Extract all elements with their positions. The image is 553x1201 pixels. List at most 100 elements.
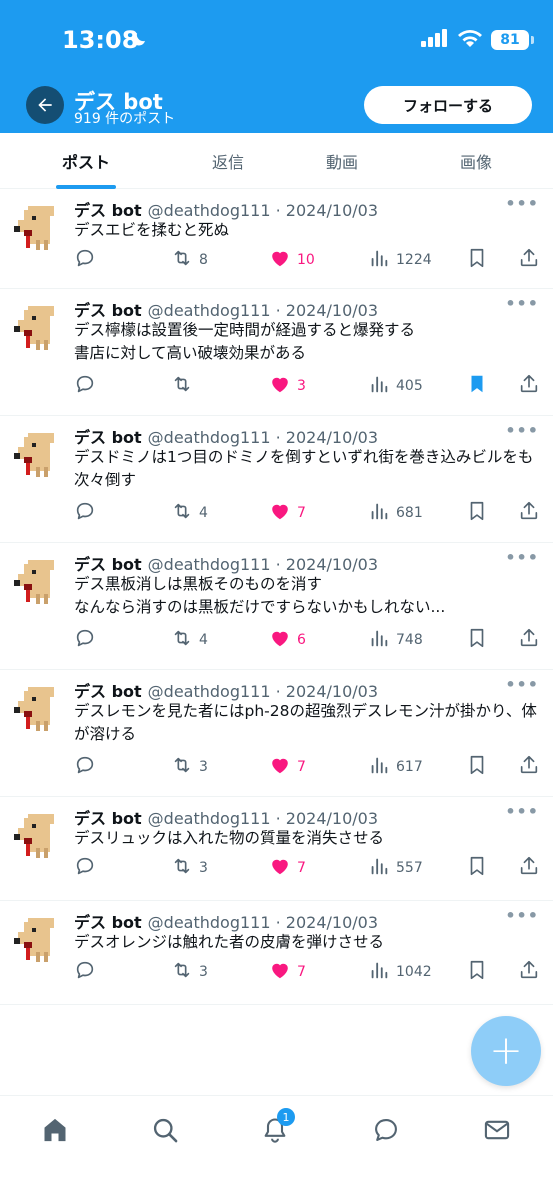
- repost-icon: [171, 373, 193, 399]
- repost-button[interactable]: 3: [171, 755, 208, 779]
- share-button[interactable]: [518, 248, 540, 272]
- post[interactable]: デス bot @deathdog111 · 2024/10/03 ••• デス檸檬は設…: [0, 288, 553, 416]
- reply-button[interactable]: [74, 755, 96, 779]
- back-button[interactable]: [26, 86, 64, 124]
- share-button[interactable]: [518, 755, 540, 779]
- like-button[interactable]: 7: [269, 501, 306, 525]
- post-header: デス bot @deathdog111 · 2024/10/03: [74, 197, 378, 221]
- reply-icon: [74, 855, 96, 881]
- avatar[interactable]: [10, 681, 64, 735]
- more-options-icon[interactable]: •••: [505, 294, 539, 313]
- post[interactable]: デス bot @deathdog111 · 2024/10/03 ••• デスオレンジ…: [0, 900, 553, 1005]
- like-button[interactable]: 10: [269, 248, 315, 272]
- post[interactable]: デス bot @deathdog111 · 2024/10/03 ••• デスドミノは…: [0, 415, 553, 543]
- notifications-nav-button[interactable]: 1: [255, 1108, 295, 1150]
- share-button[interactable]: [518, 960, 540, 984]
- messages-nav-button[interactable]: [477, 1110, 517, 1150]
- bookmark-button[interactable]: [466, 628, 488, 652]
- like-button[interactable]: 7: [269, 856, 306, 880]
- view-count: 748: [396, 632, 423, 648]
- like-button[interactable]: 7: [269, 755, 306, 779]
- author-name[interactable]: デス bot: [74, 301, 142, 320]
- author-name[interactable]: デス bot: [74, 555, 142, 574]
- notification-badge: 1: [277, 1108, 295, 1126]
- like-count: 7: [297, 860, 306, 876]
- heart-icon: [269, 959, 291, 985]
- more-options-icon[interactable]: •••: [505, 675, 539, 694]
- share-button[interactable]: [518, 628, 540, 652]
- bookmark-icon: [466, 247, 488, 273]
- views-button[interactable]: 748: [368, 628, 423, 652]
- bookmark-button[interactable]: [466, 856, 488, 880]
- compose-button[interactable]: +: [471, 1016, 541, 1086]
- author-name[interactable]: デス bot: [74, 913, 142, 932]
- author-name[interactable]: デス bot: [74, 428, 142, 447]
- repost-button[interactable]: 8: [171, 248, 208, 272]
- tab-images[interactable]: 画像: [418, 133, 534, 188]
- more-options-icon[interactable]: •••: [505, 194, 539, 213]
- reply-button[interactable]: [74, 248, 96, 272]
- search-nav-button[interactable]: [145, 1110, 185, 1150]
- like-button[interactable]: 3: [269, 374, 306, 398]
- repost-button[interactable]: [171, 374, 199, 398]
- bookmark-button[interactable]: [466, 755, 488, 779]
- bookmark-icon: [466, 500, 488, 526]
- avatar[interactable]: [10, 427, 64, 481]
- author-name[interactable]: デス bot: [74, 201, 142, 220]
- reply-button[interactable]: [74, 628, 96, 652]
- like-button[interactable]: 6: [269, 628, 306, 652]
- share-button[interactable]: [518, 856, 540, 880]
- views-button[interactable]: 617: [368, 755, 423, 779]
- bookmark-button[interactable]: [466, 960, 488, 984]
- reply-button[interactable]: [74, 856, 96, 880]
- more-options-icon[interactable]: •••: [505, 906, 539, 925]
- post-header: デス bot @deathdog111 · 2024/10/03: [74, 909, 378, 933]
- post[interactable]: デス bot @deathdog111 · 2024/10/03 ••• デスレモンを…: [0, 669, 553, 797]
- repost-button[interactable]: 3: [171, 960, 208, 984]
- avatar[interactable]: [10, 300, 64, 354]
- views-button[interactable]: 405: [368, 374, 423, 398]
- like-button[interactable]: 7: [269, 960, 306, 984]
- share-button[interactable]: [518, 374, 540, 398]
- avatar[interactable]: [10, 808, 64, 862]
- more-options-icon[interactable]: •••: [505, 802, 539, 821]
- home-nav-button[interactable]: [35, 1110, 75, 1150]
- avatar[interactable]: [10, 554, 64, 608]
- bookmark-button[interactable]: [466, 248, 488, 272]
- author-handle-date: @deathdog111 · 2024/10/03: [147, 809, 379, 828]
- repost-button[interactable]: 3: [171, 856, 208, 880]
- reply-button[interactable]: [74, 960, 96, 984]
- follow-button[interactable]: フォローする: [364, 86, 532, 124]
- view-count: 405: [396, 378, 423, 394]
- tab-replies[interactable]: 返信: [170, 133, 286, 188]
- bookmark-button[interactable]: [466, 374, 488, 398]
- views-button[interactable]: 1224: [368, 248, 432, 272]
- author-name[interactable]: デス bot: [74, 682, 142, 701]
- reply-button[interactable]: [74, 374, 96, 398]
- post[interactable]: デス bot @deathdog111 · 2024/10/03 ••• デスリュック…: [0, 796, 553, 901]
- views-button[interactable]: 1042: [368, 960, 432, 984]
- post[interactable]: デス bot @deathdog111 · 2024/10/03 ••• デス黒板消し…: [0, 542, 553, 670]
- view-count: 1042: [396, 964, 432, 980]
- tab-videos[interactable]: 動画: [284, 133, 400, 188]
- repost-button[interactable]: 4: [171, 628, 208, 652]
- grok-nav-button[interactable]: [366, 1110, 406, 1150]
- views-button[interactable]: 681: [368, 501, 423, 525]
- post-actions: 3 7 617: [74, 755, 544, 779]
- more-options-icon[interactable]: •••: [505, 548, 539, 567]
- author-name[interactable]: デス bot: [74, 809, 142, 828]
- bookmark-button[interactable]: [466, 501, 488, 525]
- post-actions: 4 7 681: [74, 501, 544, 525]
- avatar[interactable]: [10, 912, 64, 966]
- reply-button[interactable]: [74, 501, 96, 525]
- repost-button[interactable]: 4: [171, 501, 208, 525]
- tab-posts[interactable]: ポスト: [28, 133, 144, 188]
- views-button[interactable]: 557: [368, 856, 423, 880]
- share-button[interactable]: [518, 501, 540, 525]
- avatar[interactable]: [10, 200, 64, 254]
- views-icon: [368, 959, 390, 985]
- like-count: 10: [297, 252, 315, 268]
- post[interactable]: デス bot @deathdog111 · 2024/10/03 ••• デスエビを揉…: [0, 188, 553, 289]
- more-options-icon[interactable]: •••: [505, 421, 539, 440]
- post-header: デス bot @deathdog111 · 2024/10/03: [74, 551, 378, 575]
